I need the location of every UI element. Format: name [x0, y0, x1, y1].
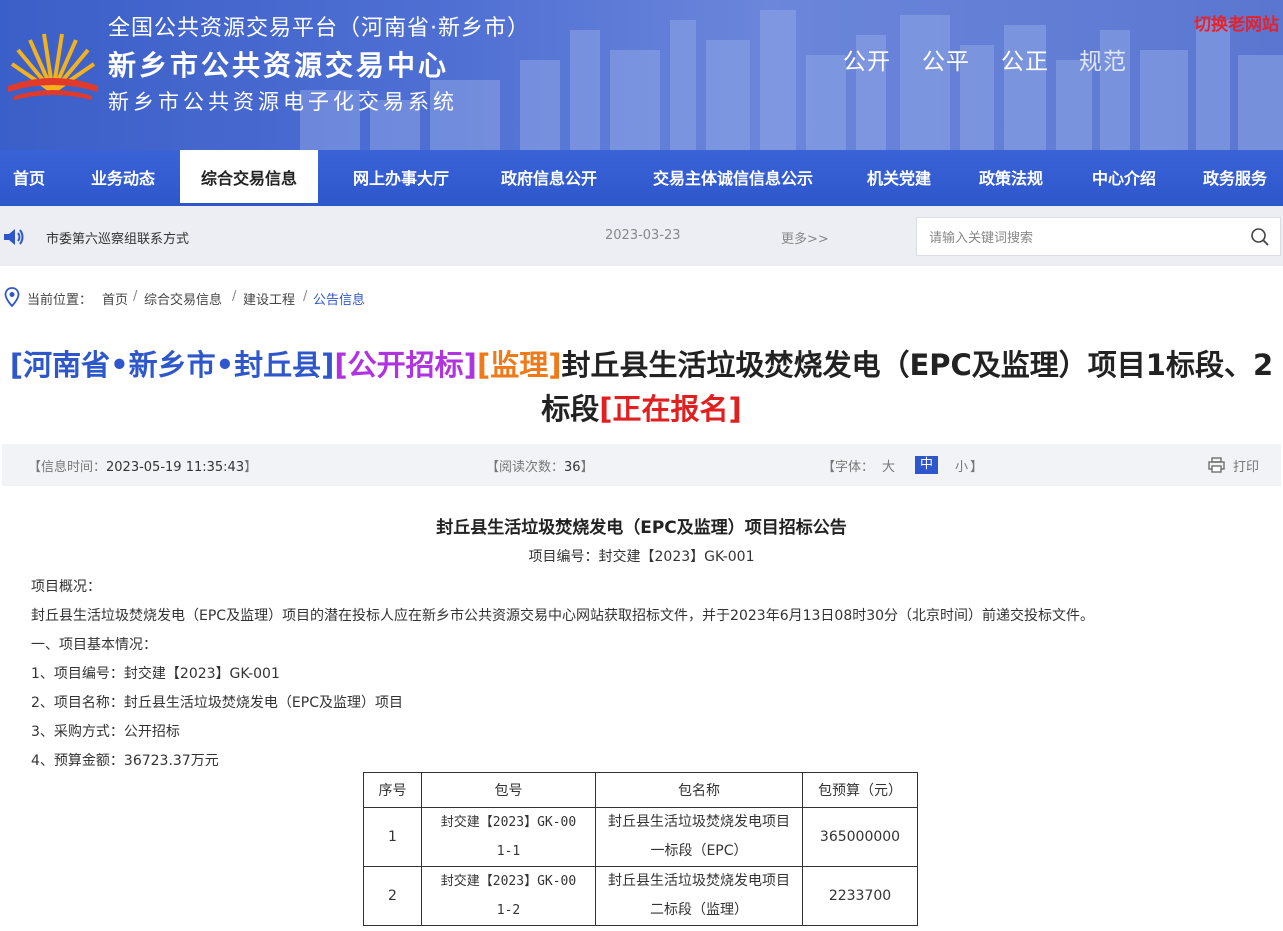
notice-more-link[interactable]: 更多>>	[781, 228, 829, 247]
cell-text: 封丘县生活垃圾焚烧发电项目	[608, 814, 790, 830]
page-title: [河南省•新乡市•封丘县][公开招标][监理]封丘县生活垃圾焚烧发电（EPC及监…	[0, 343, 1283, 431]
info-views-end: 】	[580, 460, 594, 475]
package-table: 序号 包号 包名称 包预算（元） 1 封交建【2023】GK-00 1-1 封丘县…	[363, 772, 918, 926]
speaker-icon	[4, 229, 24, 245]
slogan-fair: 公平	[922, 49, 970, 75]
cell-text: 封丘县生活垃圾焚烧发电项目	[608, 873, 790, 889]
nav-item-about[interactable]: 中心介绍	[1092, 150, 1156, 206]
table-header: 包名称	[595, 772, 803, 808]
nav-item-credit-info[interactable]: 交易主体诚信信息公示	[653, 150, 813, 206]
search-input[interactable]	[927, 226, 1231, 250]
nav-item-gov-info[interactable]: 政府信息公开	[501, 150, 597, 206]
info-time: 【信息时间：2023-05-19 11:35:43】	[28, 456, 257, 475]
title-main: 封丘县生活垃圾焚烧发电（EPC及监理）项目1标段、2	[561, 348, 1274, 382]
header-banner: 全国公共资源交易平台（河南省·新乡市） 新乡市公共资源交易中心 新乡市公共资源电…	[0, 0, 1283, 150]
nav-item-news[interactable]: 业务动态	[91, 150, 155, 206]
table-cell-no: 1	[363, 807, 422, 867]
table-header: 包预算（元）	[802, 772, 918, 808]
notice-link[interactable]: 市委第六巡察组联系方式	[46, 228, 189, 247]
font-size-end: 】	[970, 460, 984, 475]
breadcrumb-label: 当前位置：	[27, 293, 93, 308]
print-button[interactable]: 打印	[1233, 456, 1259, 475]
search-box	[916, 217, 1281, 256]
info-views-value: 36	[564, 460, 581, 475]
title-category-tag: [监理]	[476, 348, 562, 382]
title-main-cont: 标段	[541, 392, 600, 426]
table-cell-budget: 365000000	[802, 807, 918, 867]
cell-text: 封交建【2023】GK-00	[440, 874, 577, 889]
title-method-tag: [公开招标]	[334, 348, 477, 382]
site-logo	[8, 33, 98, 100]
table-cell-name: 封丘县生活垃圾焚烧发电项目 一标段（EPC）	[595, 807, 803, 867]
info-views: 【阅读次数：36】	[486, 456, 594, 475]
table-cell-package: 封交建【2023】GK-00 1-2	[421, 866, 596, 926]
info-time-value: 2023-05-19 11:35:43	[106, 460, 245, 475]
nav-item-home[interactable]: 首页	[13, 150, 45, 206]
breadcrumb-separator: /	[303, 289, 308, 304]
switch-old-site-link[interactable]: 切换老网站	[1194, 10, 1279, 35]
site-subtitle: 新乡市公共资源电子化交易系统	[108, 90, 458, 114]
article-paragraph: 项目概况：	[31, 579, 101, 595]
breadcrumb-separator: /	[133, 289, 138, 304]
search-icon[interactable]	[1250, 227, 1270, 247]
cell-text: 1-2	[496, 903, 521, 918]
breadcrumb-trade-info[interactable]: 综合交易信息	[144, 289, 222, 308]
location-pin-icon	[4, 287, 20, 307]
cell-text: 封交建【2023】GK-00	[440, 815, 577, 830]
info-views-label: 【阅读次数：	[486, 460, 565, 475]
article-paragraph: 2、项目名称：封丘县生活垃圾焚烧发电（EPC及监理）项目	[31, 695, 403, 711]
article-paragraph: 4、预算金额：36723.37万元	[31, 753, 219, 769]
table-row: 1 封交建【2023】GK-00 1-1 封丘县生活垃圾焚烧发电项目 一标段（EPC…	[363, 807, 918, 867]
table-row: 2 封交建【2023】GK-00 1-2 封丘县生活垃圾焚烧发电项目 二标段（监理）…	[363, 866, 918, 926]
breadcrumb-construction[interactable]: 建设工程	[243, 289, 295, 308]
nav-item-trade-info[interactable]: 综合交易信息	[180, 150, 318, 206]
font-size-medium-button[interactable]: 中	[915, 456, 939, 474]
nav-item-gov-service[interactable]: 政务服务	[1203, 150, 1267, 206]
notice-date: 2023-03-23	[605, 228, 681, 243]
slogan-standard: 规范	[1079, 49, 1127, 75]
cell-text: 二标段（监理）	[650, 902, 748, 918]
slogan-just: 公正	[1001, 49, 1049, 75]
font-size-label: 【字体：	[822, 460, 875, 475]
breadcrumb-notices[interactable]: 公告信息	[313, 289, 365, 308]
article-project-no: 项目编号：封交建【2023】GK-001	[528, 549, 755, 565]
cell-text: 1-1	[496, 844, 521, 859]
nav-item-party[interactable]: 机关党建	[867, 150, 931, 206]
breadcrumb-home[interactable]: 首页	[102, 289, 128, 308]
cell-text: 一标段（EPC）	[650, 843, 748, 859]
font-size-large-button[interactable]: 大	[882, 456, 895, 475]
platform-name: 全国公共资源交易平台（河南省·新乡市）	[108, 16, 530, 41]
table-header: 序号	[363, 772, 422, 808]
article-paragraph: 一、项目基本情况：	[31, 637, 157, 653]
article-paragraph: 封丘县生活垃圾焚烧发电（EPC及监理）项目的潜在投标人应在新乡市公共资源交易中心…	[31, 608, 1095, 624]
printer-icon[interactable]	[1208, 457, 1225, 473]
article-paragraph: 1、项目编号：封交建【2023】GK-001	[31, 666, 280, 682]
nav-item-policy[interactable]: 政策法规	[979, 150, 1043, 206]
table-header: 包号	[421, 772, 596, 808]
slogan-open: 公开	[843, 49, 891, 75]
title-status-tag: [正在报名]	[599, 392, 742, 426]
table-header-row: 序号 包号 包名称 包预算（元）	[363, 772, 918, 808]
font-size-small-button[interactable]: 小	[955, 456, 968, 475]
article-title: 封丘县生活垃圾焚烧发电（EPC及监理）项目招标公告	[436, 518, 847, 538]
site-title: 新乡市公共资源交易中心	[108, 49, 450, 82]
breadcrumb-separator: /	[232, 289, 237, 304]
main-nav: 首页 业务动态 综合交易信息 网上办事大厅 政府信息公开 交易主体诚信信息公示 …	[0, 150, 1283, 206]
info-time-label: 【信息时间：	[28, 460, 107, 475]
nav-item-online-hall[interactable]: 网上办事大厅	[353, 150, 449, 206]
article-paragraph: 3、采购方式：公开招标	[31, 724, 180, 740]
title-region-tag: [河南省•新乡市•封丘县]	[9, 348, 335, 382]
info-time-end: 】	[244, 460, 258, 475]
table-cell-no: 2	[363, 866, 422, 926]
table-cell-package: 封交建【2023】GK-00 1-1	[421, 807, 596, 867]
table-cell-name: 封丘县生活垃圾焚烧发电项目 二标段（监理）	[595, 866, 803, 926]
table-cell-budget: 2233700	[802, 866, 918, 926]
